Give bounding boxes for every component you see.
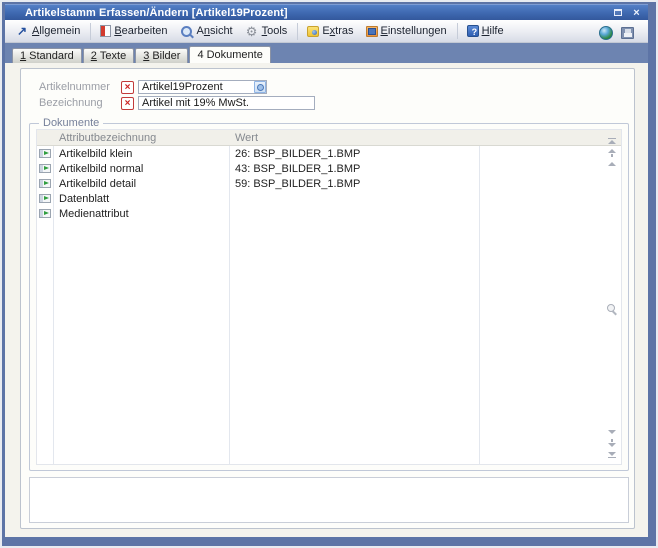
tabstrip: 1 Standard 2 Texte 3 Bilder 4 Dokumente	[5, 43, 648, 63]
menu-item[interactable]: Tools	[239, 23, 299, 40]
titlebar: Artikelstamm Erfassen/Ändern [Artikel19P…	[5, 4, 648, 20]
scroll-page-up-icon	[608, 149, 616, 153]
table-row[interactable]: Artikelbild normal 43: BSP_BILDER_1.BMP	[37, 161, 621, 176]
table-row[interactable]: Medienattribut	[37, 206, 621, 221]
tab-number: 1	[20, 50, 26, 62]
menu-item-label: Ansicht	[197, 25, 233, 37]
table-body: Artikelbild klein 26: BSP_BILDER_1.BMP A…	[37, 146, 621, 464]
menu-item-label: Hilfe	[482, 25, 504, 37]
tab-number: 4	[197, 49, 203, 61]
wert-column-header[interactable]: Wert	[229, 132, 479, 144]
menu-item-label: Einstellungen	[381, 25, 447, 37]
dokumente-legend: Dokumente	[39, 117, 103, 129]
menu-item-label: Tools	[262, 25, 288, 37]
tab[interactable]: 1 Standard	[12, 48, 82, 63]
table-row[interactable]: Artikelbild klein 26: BSP_BILDER_1.BMP	[37, 146, 621, 161]
restore-icon	[614, 9, 622, 16]
table-row[interactable]: Artikelbild detail 59: BSP_BILDER_1.BMP	[37, 176, 621, 191]
menu-item-label: Allgemein	[32, 25, 80, 37]
close-icon: ×	[633, 8, 639, 18]
menu-item-icon	[467, 25, 479, 37]
artikelnummer-lookup-button[interactable]	[254, 81, 266, 93]
menu-item-icon	[15, 25, 29, 38]
globe-icon[interactable]	[599, 26, 613, 40]
attribute-table: Attributbezeichnung Wert	[36, 129, 622, 465]
scroll-last-icon	[608, 452, 616, 456]
attribute-name-cell: Datenblatt	[53, 193, 229, 205]
tab[interactable]: 4 Dokumente	[189, 46, 270, 63]
media-attachment-icon[interactable]	[39, 179, 51, 188]
screenshot-root: Artikelstamm Erfassen/Ändern [Artikel19P…	[0, 0, 658, 548]
attribute-value-cell: 59: BSP_BILDER_1.BMP	[229, 178, 479, 190]
media-attachment-icon[interactable]	[39, 164, 51, 173]
scroll-page-up-button[interactable]	[608, 149, 616, 157]
bottom-empty-panel	[29, 477, 629, 523]
menu-item[interactable]: Extras	[301, 23, 359, 39]
scroll-down-button[interactable]	[608, 430, 616, 434]
bezeichnung-row: Bezeichnung	[39, 96, 315, 110]
clear-bezeichnung-button[interactable]	[121, 97, 134, 110]
artikelnummer-row: Artikelnummer	[39, 80, 267, 94]
restore-button[interactable]	[610, 7, 625, 19]
tab[interactable]: 3 Bilder	[135, 48, 188, 63]
media-attachment-icon[interactable]	[39, 209, 51, 218]
tab-number: 2	[91, 50, 97, 62]
menu-item[interactable]: Ansicht	[174, 23, 239, 40]
menu-item-icon	[100, 25, 111, 37]
scroll-up-icon	[608, 162, 616, 166]
attribute-name-cell: Medienattribut	[53, 208, 229, 220]
app-window: Artikelstamm Erfassen/Ändern [Artikel19P…	[2, 2, 656, 546]
scroll-down-icon	[608, 430, 616, 434]
artikelnummer-label: Artikelnummer	[39, 81, 121, 93]
content-area: Artikelnummer Bezeichnung	[5, 63, 648, 537]
menu-item-icon	[180, 25, 194, 38]
menu-item-label: Bearbeiten	[114, 25, 167, 37]
tab-label: Texte	[100, 50, 126, 62]
save-icon[interactable]	[621, 27, 634, 39]
scroll-first-icon	[608, 140, 616, 144]
close-button[interactable]: ×	[629, 7, 644, 19]
media-attachment-icon[interactable]	[39, 149, 51, 158]
menu-item[interactable]: Allgemein	[9, 23, 91, 40]
menu-item[interactable]: Bearbeiten	[94, 23, 173, 39]
scroll-page-down-icon	[608, 443, 616, 447]
menu-item-icon	[245, 25, 259, 38]
artikelnummer-input[interactable]	[138, 80, 267, 94]
media-attachment-icon[interactable]	[39, 194, 51, 203]
dokumente-groupbox: Dokumente Attributbezeichnung Wert	[29, 123, 629, 471]
menubar: Allgemein Bearbeiten Ansicht Tools	[5, 20, 648, 43]
table-scroll-strip	[605, 138, 619, 458]
attribute-value-cell: 43: BSP_BILDER_1.BMP	[229, 163, 479, 175]
tab-label: Dokumente	[207, 49, 263, 61]
tab-label: Standard	[29, 50, 74, 62]
menu-item-icon	[307, 26, 319, 37]
attribute-value-cell: 26: BSP_BILDER_1.BMP	[229, 148, 479, 160]
bezeichnung-input[interactable]	[138, 96, 315, 110]
menu-item[interactable]: Hilfe	[461, 23, 510, 39]
tab-number: 3	[143, 50, 149, 62]
attribute-name-cell: Artikelbild klein	[53, 148, 229, 160]
attribute-name-cell: Artikelbild detail	[53, 178, 229, 190]
scroll-page-down-button[interactable]	[608, 439, 616, 447]
menu-item-label: Extras	[322, 25, 353, 37]
menu-item-icon	[366, 26, 378, 37]
dokumente-tab-panel: Artikelnummer Bezeichnung	[20, 68, 635, 529]
search-button[interactable]	[607, 304, 618, 315]
table-row[interactable]: Datenblatt	[37, 191, 621, 206]
attr-column-header[interactable]: Attributbezeichnung	[53, 132, 229, 144]
menu-item[interactable]: Einstellungen	[360, 23, 458, 39]
bezeichnung-label: Bezeichnung	[39, 97, 121, 109]
scroll-first-button[interactable]	[608, 138, 616, 144]
attribute-name-cell: Artikelbild normal	[53, 163, 229, 175]
window-title: Artikelstamm Erfassen/Ändern [Artikel19P…	[25, 7, 610, 19]
tab-label: Bilder	[152, 50, 180, 62]
table-header: Attributbezeichnung Wert	[37, 130, 621, 146]
clear-artikelnummer-button[interactable]	[121, 81, 134, 94]
tab[interactable]: 2 Texte	[83, 48, 134, 63]
scroll-last-button[interactable]	[608, 452, 616, 458]
scroll-up-button[interactable]	[608, 162, 616, 166]
